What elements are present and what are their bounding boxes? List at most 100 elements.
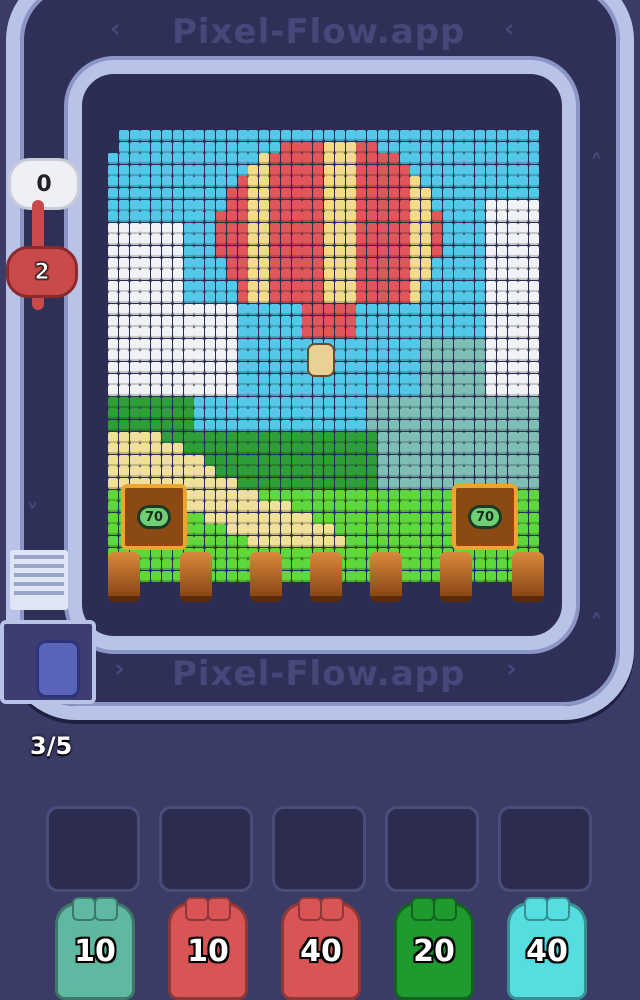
pixel-block (356, 478, 367, 489)
pixel-block (410, 466, 421, 478)
shooter-ear (72, 897, 96, 921)
pixel-block (194, 420, 205, 431)
pixel-block (334, 466, 345, 478)
pixel-block (496, 141, 507, 153)
pixel-block (475, 408, 486, 420)
shooter-5[interactable]: 40 (507, 897, 587, 1000)
crate-right[interactable]: 70 (452, 484, 518, 550)
pixel-block (378, 454, 388, 466)
pixel-block (356, 304, 367, 315)
shooter-3[interactable]: 40 (281, 897, 361, 1000)
pixel-block (216, 199, 226, 211)
pixel-block (334, 489, 345, 501)
pixel-block (475, 211, 486, 223)
pixel-block (432, 512, 442, 524)
shooter-value: 10 (74, 933, 116, 969)
pixel-block (334, 512, 345, 524)
pixel-block (421, 211, 432, 223)
crate-left[interactable]: 70 (121, 484, 187, 550)
pixel-block (399, 304, 410, 315)
pixel-block (378, 130, 388, 141)
shooter-1[interactable]: 10 (55, 897, 135, 1000)
pixel-block (172, 362, 183, 373)
pixel-block (518, 431, 529, 443)
pixel-block (399, 234, 410, 246)
pixel-block (259, 443, 270, 455)
pixel-block (151, 246, 162, 257)
pixel-block (486, 396, 496, 408)
pixel-block (237, 524, 248, 536)
pixel-block (108, 234, 118, 246)
shooter-4[interactable]: 20 (394, 897, 474, 1000)
pixel-block (183, 466, 194, 478)
slot-2[interactable] (159, 806, 253, 892)
pixel-block (388, 234, 399, 246)
slot-4[interactable] (385, 806, 479, 892)
pixel-block (399, 188, 410, 199)
pixel-block (162, 420, 172, 431)
pixel-block (334, 211, 345, 223)
pixel-block (129, 338, 140, 350)
pixel-block (496, 315, 507, 327)
pixel-block (140, 570, 151, 582)
pixel-block (324, 292, 334, 304)
pixel-block (194, 466, 205, 478)
pixel-block (388, 443, 399, 455)
pixel-block (280, 362, 291, 373)
slot-1[interactable] (46, 806, 140, 892)
pixel-block (421, 466, 432, 478)
pixel-block (334, 257, 345, 269)
pixel-block (345, 512, 356, 524)
pixel-block (302, 443, 313, 455)
pixel-block (205, 280, 216, 292)
pixel-block (453, 211, 464, 223)
pixel-block (270, 362, 280, 373)
pixel-block (248, 512, 259, 524)
slot-3[interactable] (272, 806, 366, 892)
pixel-block (529, 420, 540, 431)
pixel-block (226, 408, 237, 420)
pixel-block (399, 466, 410, 478)
pixel-block (205, 489, 216, 501)
pixel-block (529, 280, 540, 292)
pixel-block (226, 396, 237, 408)
tree-stump (250, 552, 282, 602)
pixel-block (172, 466, 183, 478)
pixel-block (194, 524, 205, 536)
pixel-block (172, 269, 183, 281)
pixel-block (216, 130, 226, 141)
pixel-block (367, 420, 378, 431)
pixel-block (453, 431, 464, 443)
pixel-block (486, 304, 496, 315)
pixel-block (302, 130, 313, 141)
pixel-block (345, 211, 356, 223)
pixel-block (421, 524, 432, 536)
pixel-block (291, 141, 302, 153)
pixel-block (367, 408, 378, 420)
slot-5[interactable] (498, 806, 592, 892)
pixel-block (172, 385, 183, 397)
pixel-block (108, 176, 118, 188)
pixel-block (399, 164, 410, 176)
pixel-block (259, 280, 270, 292)
pixel-block (378, 396, 388, 408)
pixel-block (518, 234, 529, 246)
pixel-block (453, 454, 464, 466)
pixel-block (205, 431, 216, 443)
pixel-block (129, 443, 140, 455)
shooter-2[interactable]: 10 (168, 897, 248, 1000)
pixel-block (367, 385, 378, 397)
pixel-block (183, 176, 194, 188)
pixel-block (248, 338, 259, 350)
pixel-block (518, 489, 529, 501)
pixel-block (302, 385, 313, 397)
pixel-block (270, 257, 280, 269)
pixel-block (453, 176, 464, 188)
pixel-block (453, 385, 464, 397)
pixel-block (388, 130, 399, 141)
pixel-block (216, 559, 226, 571)
pixel-block (291, 199, 302, 211)
pixel-block (259, 292, 270, 304)
pixel-block (216, 547, 226, 559)
pixel-block (399, 524, 410, 536)
